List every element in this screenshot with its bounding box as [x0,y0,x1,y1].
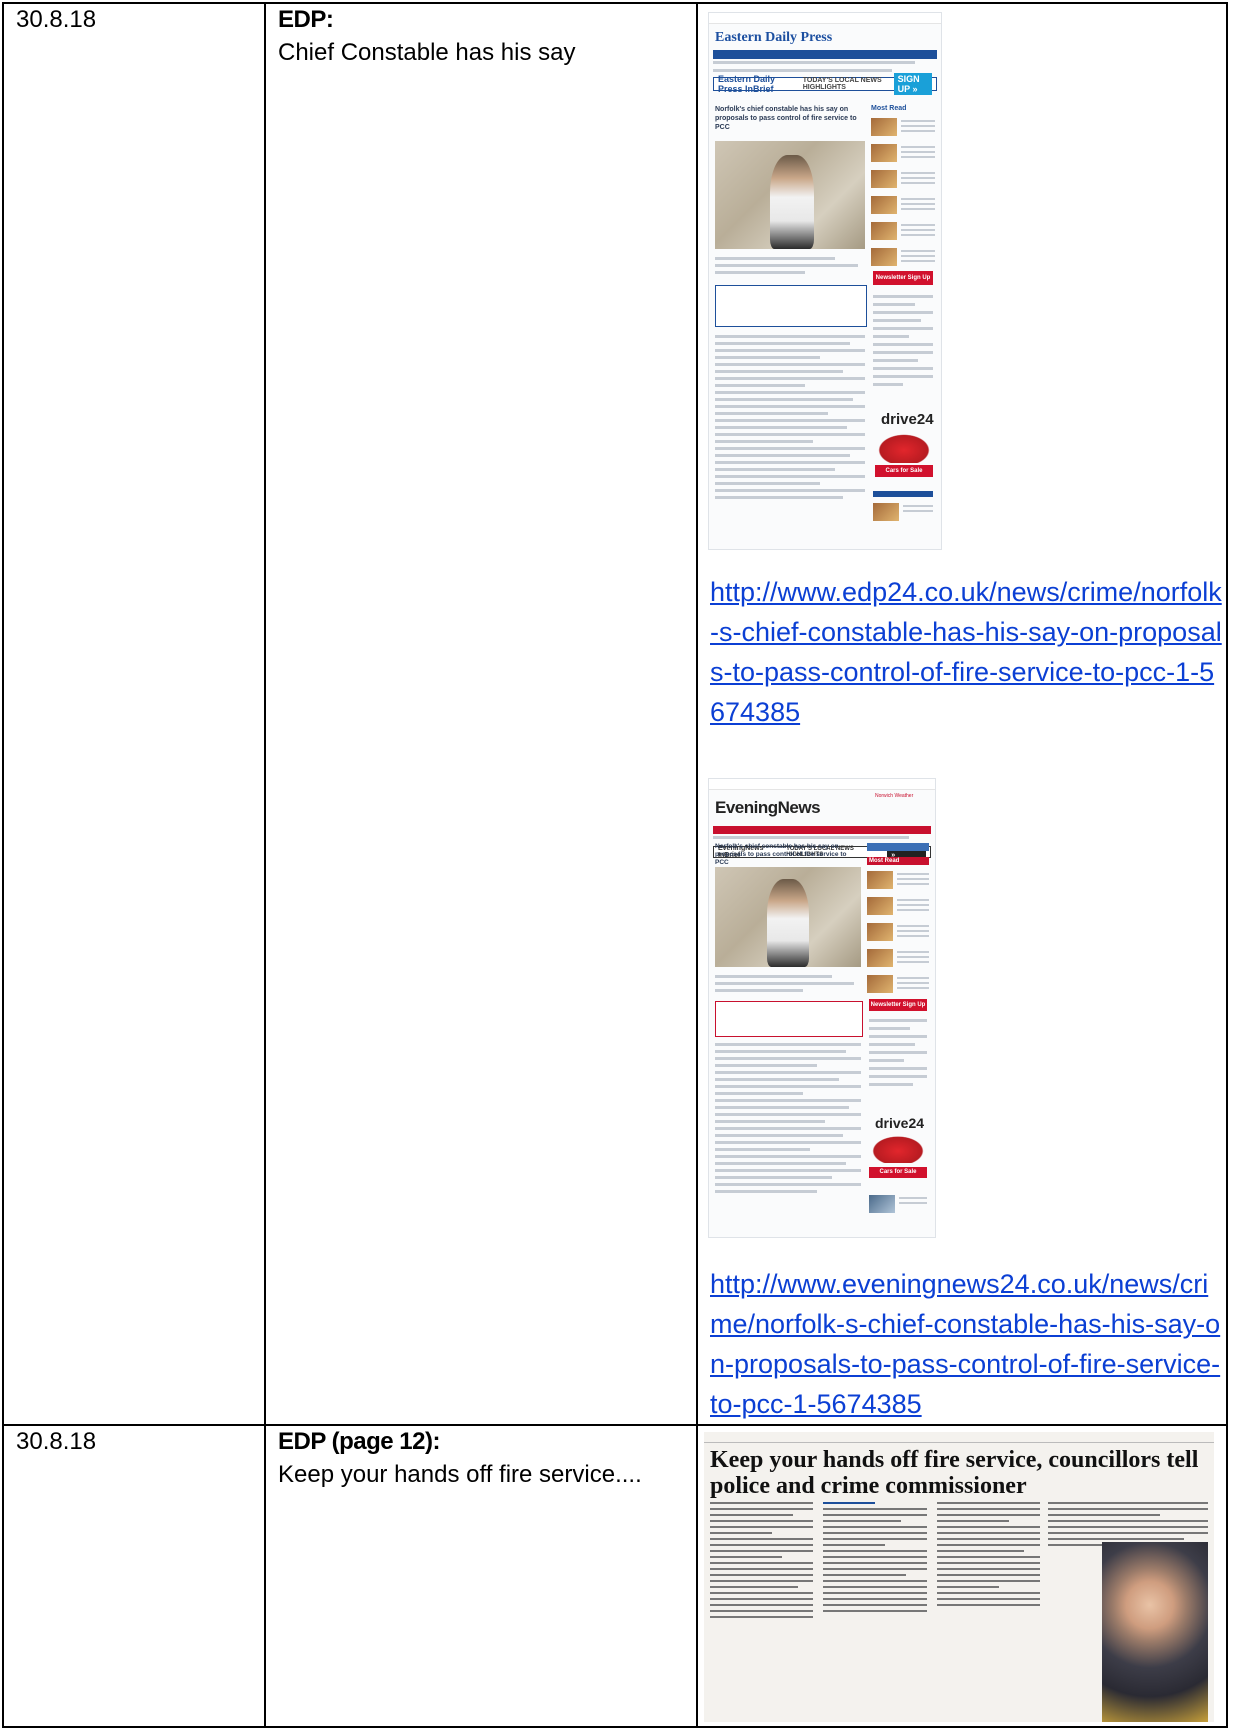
evidence-cell: Eastern Daily Press Eastern Daily Press … [696,2,1228,1426]
evidence-cell: Keep your hands off fire service, counci… [696,1424,1228,1728]
drive24-ad: drive24 [881,411,934,428]
headline: Keep your hands off fire service.... [278,1461,642,1488]
clipping-body-text [710,1502,1040,1622]
newsletter-signup: Newsletter Sign Up [873,271,933,285]
media-log-table: 30.8.18 EDP: Chief Constable has his say… [2,2,1228,1728]
cars-for-sale: Cars for Sale [875,465,933,477]
weather-widget: Norwich Weather [875,793,914,799]
date: 30.8.18 [16,1428,97,1455]
clipping-headline: Keep your hands off fire service, counci… [710,1447,1199,1499]
article-title: Norfolk's chief constable has his say on… [715,843,847,866]
title-cell: EDP (page 12): Keep your hands off fire … [264,1424,698,1728]
cars-for-sale: Cars for Sale [869,1167,927,1178]
article-title: Norfolk's chief constable has his say on… [715,106,857,131]
publication: EDP: [278,6,334,33]
most-read-panel: Most Read [871,105,935,274]
title-cell: EDP: Chief Constable has his say [264,2,698,1426]
drive24-ad: drive24 [875,1115,925,1131]
date-cell: 30.8.18 [2,2,266,1426]
headline: Chief Constable has his say [278,39,576,66]
publication: EDP (page 12): [278,1428,440,1455]
most-read-panel: Most Read [867,857,929,1001]
edp-web-screenshot: Eastern Daily Press Eastern Daily Press … [708,12,942,550]
masthead: Eastern Daily Press [715,30,833,45]
clipping-photo [1102,1542,1208,1722]
nav-bar [713,50,937,59]
evening-news-article-link[interactable]: http://www.eveningnews24.co.uk/news/crim… [698,1264,1226,1424]
evening-news-web-screenshot: EveningNews Norwich Weather EveningNews … [708,778,936,1238]
newspaper-clipping: Keep your hands off fire service, counci… [704,1432,1214,1722]
table-row: 30.8.18 EDP (page 12): Keep your hands o… [2,1424,1228,1728]
inbrief-bar: Eastern Daily Press InBrief TODAY'S LOCA… [713,73,937,95]
article-photo [715,141,865,249]
newsletter-signup: Newsletter Sign Up [869,999,927,1011]
nav-bar [713,826,931,834]
date: 30.8.18 [16,6,97,33]
date-cell: 30.8.18 [2,1424,266,1728]
edp-article-link[interactable]: http://www.edp24.co.uk/news/crime/norfol… [698,572,1226,732]
table-row: 30.8.18 EDP: Chief Constable has his say… [2,2,1228,1426]
article-photo [715,867,861,967]
